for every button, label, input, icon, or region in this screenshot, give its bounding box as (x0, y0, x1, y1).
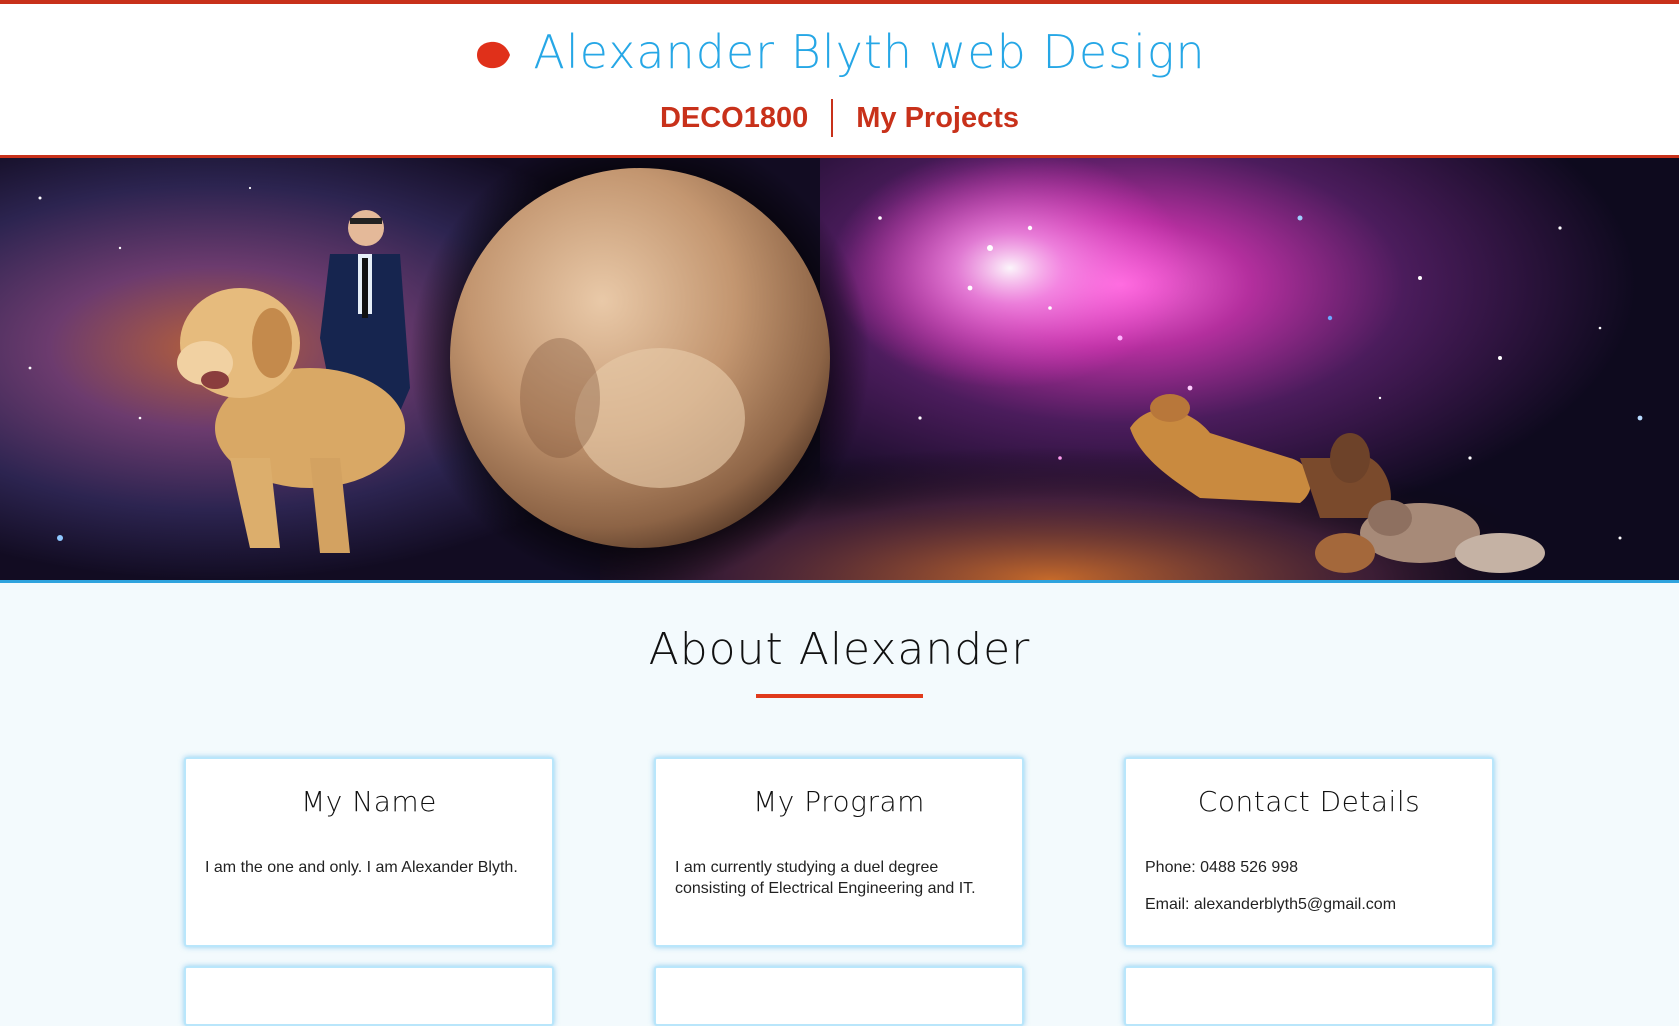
card-title: My Program (753, 785, 925, 818)
card-row2-middle (654, 966, 1024, 1026)
card-title: Contact Details (1197, 785, 1421, 818)
card-row2-right (1124, 966, 1494, 1026)
nav-link-my-projects[interactable]: My Projects (833, 98, 1042, 138)
site-header: Alexander Blyth web Design DECO1800 My P… (0, 4, 1679, 158)
card-text: I am the one and only. I am Alexander Bl… (205, 859, 518, 876)
site-title: Alexander Blyth web Design (533, 25, 1206, 79)
nav-link-deco1800[interactable]: DECO1800 (637, 98, 831, 138)
red-dot-icon (477, 41, 511, 69)
card-row2-left (184, 966, 554, 1026)
card-contact-details: Contact Details Phone: 0488 526 998 Emai… (1124, 757, 1494, 947)
hero-banner (0, 158, 1679, 583)
card-title: My Name (301, 785, 437, 818)
card-text: I am currently studying a duel degree co… (675, 859, 976, 897)
card-my-program: My Program I am currently studying a due… (654, 757, 1024, 947)
brand[interactable]: Alexander Blyth web Design (0, 18, 1679, 86)
card-my-name: My Name I am the one and only. I am Alex… (184, 757, 554, 947)
main-nav: DECO1800 My Projects (0, 96, 1679, 140)
contact-email: Email: alexanderblyth5@gmail.com (1145, 896, 1397, 913)
heading-underline (756, 694, 923, 698)
hero-banner-image (0, 158, 1679, 580)
contact-phone: Phone: 0488 526 998 (1145, 859, 1299, 876)
about-heading: About Alexander (648, 624, 1031, 675)
